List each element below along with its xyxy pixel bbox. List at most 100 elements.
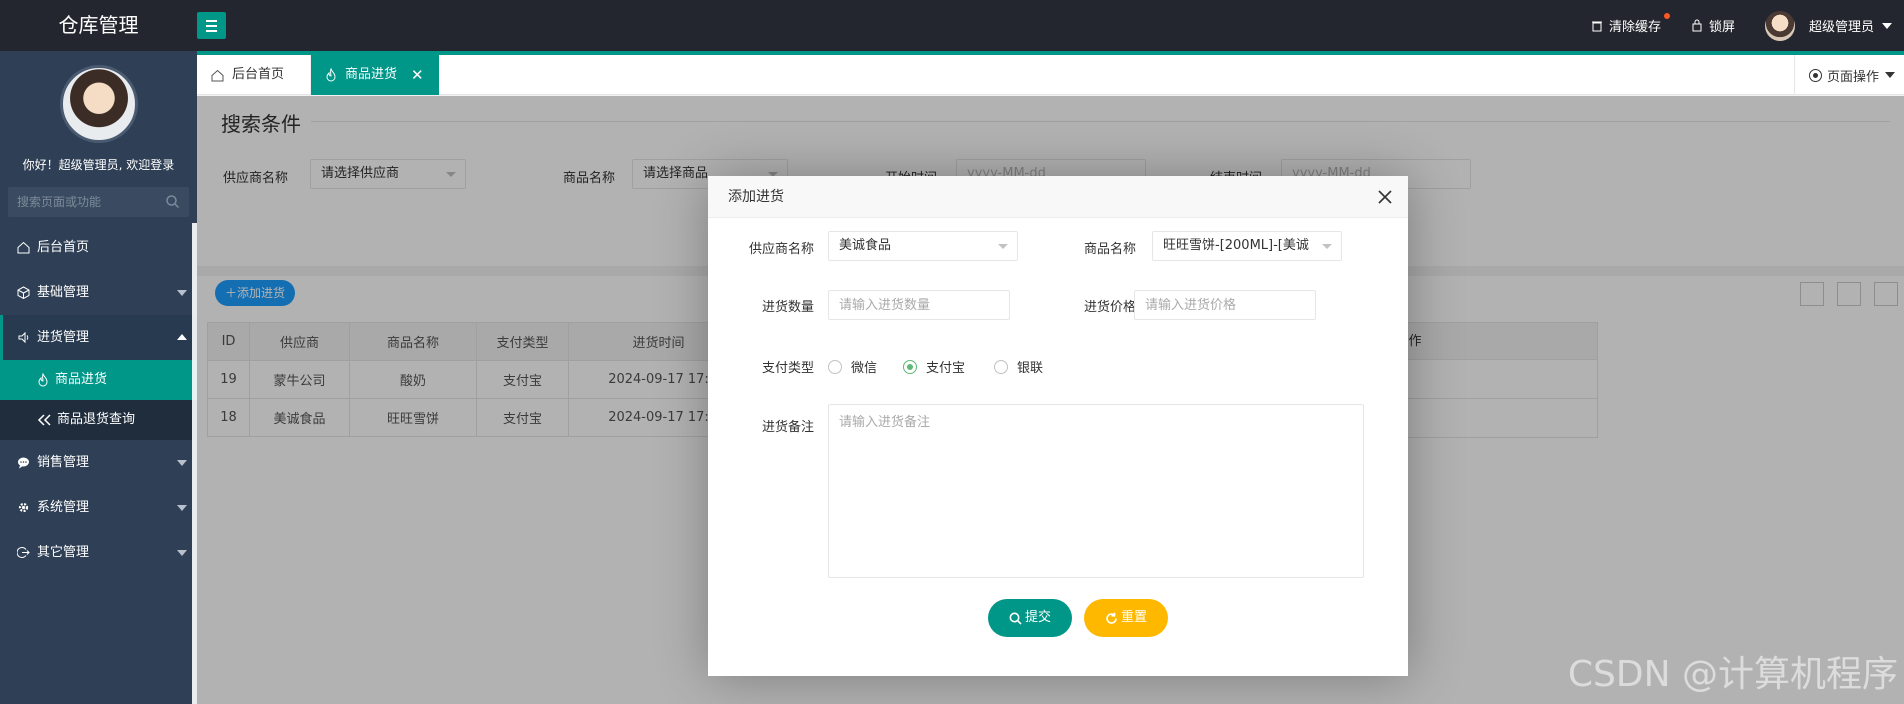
lock-icon (1692, 19, 1702, 32)
tab-purchase[interactable]: 商品进货 ✕ (311, 55, 439, 95)
dialog-title: 添加进货 (708, 176, 1408, 218)
product-label: 商品名称 (1083, 242, 1136, 257)
clear-cache-label: 清除缓存 (1608, 20, 1661, 35)
profile-avatar (59, 65, 138, 143)
remark-textarea[interactable] (828, 404, 1364, 578)
search-icon (166, 195, 179, 208)
gear-icon (18, 502, 29, 513)
active-indicator (0, 315, 3, 360)
welcome-text: 你好！超级管理员, 欢迎登录 (22, 158, 175, 172)
sidebar-item-purchase[interactable]: 进货管理 (0, 315, 197, 360)
product-value: 旺旺雪饼-[200ML]-[美诚 (1163, 238, 1309, 253)
hamburger-icon (206, 20, 217, 22)
supplier-label: 供应商名称 (748, 242, 814, 257)
sidebar-item-home[interactable]: 后台首页 (0, 225, 197, 270)
sidebar-item-label: 基础管理 (37, 285, 90, 300)
fire-icon (326, 68, 336, 82)
user-name: 超级管理员 (1808, 20, 1874, 35)
sidebar-profile: 你好！超级管理员, 欢迎登录 (0, 51, 197, 173)
radio-unionpay[interactable]: 银联 (994, 357, 1043, 376)
close-icon[interactable] (1377, 189, 1393, 205)
tab-bar: 后台首页 商品进货 ✕ 页面操作 (197, 55, 1904, 95)
user-menu[interactable]: 超级管理员 (1764, 10, 1892, 41)
chevron-down-icon (998, 244, 1008, 249)
refresh-icon (1106, 612, 1117, 624)
page-operations-label: 页面操作 (1827, 69, 1880, 85)
avatar (1764, 10, 1795, 41)
radio-wechat[interactable]: 微信 (828, 357, 877, 376)
menu-toggle-button[interactable] (197, 12, 226, 39)
chevron-down-icon (1885, 72, 1896, 78)
tab-home[interactable]: 后台首页 (197, 55, 311, 95)
home-icon (17, 241, 30, 254)
chevron-down-icon (177, 290, 187, 296)
chevron-down-icon (1322, 244, 1332, 249)
watermark: CSDN @计算机程序 (1567, 654, 1898, 695)
sidebar-item-basic[interactable]: 基础管理 (0, 270, 197, 315)
chevron-down-icon (177, 550, 187, 556)
reset-label: 重置 (1120, 610, 1147, 625)
trash-icon (1591, 21, 1602, 31)
radio-circle (903, 359, 917, 374)
quantity-field[interactable] (828, 290, 1010, 320)
lock-screen-button[interactable]: 锁屏 (1691, 16, 1735, 35)
target-icon (1809, 68, 1822, 82)
lock-screen-label: 锁屏 (1708, 20, 1735, 35)
submit-label: 提交 (1024, 610, 1051, 625)
double-chevron-left-icon (37, 414, 51, 426)
quantity-label: 进货数量 (761, 300, 814, 315)
exit-icon (17, 547, 30, 558)
top-header: 仓库管理 清除缓存 锁屏 超级管理员 (0, 0, 1904, 51)
radio-label: 微信 (851, 361, 878, 376)
sidebar-subitem-label: 商品退货查询 (57, 412, 136, 427)
add-purchase-dialog: 添加进货 供应商名称 美诚食品 商品名称 旺旺雪饼-[200ML]-[美诚 进货… (708, 176, 1408, 676)
hamburger-icon-line (206, 30, 217, 32)
page-operations-menu[interactable]: 页面操作 (1794, 55, 1904, 95)
product-select[interactable]: 旺旺雪饼-[200ML]-[美诚 (1152, 231, 1342, 261)
notification-dot (1663, 13, 1670, 19)
radio-label: 银联 (1017, 361, 1044, 376)
chat-icon (18, 457, 29, 469)
chevron-up-icon (177, 334, 187, 340)
clear-cache-button[interactable]: 清除缓存 (1591, 13, 1670, 35)
sidebar-item-label: 其它管理 (37, 545, 90, 560)
sidebar-item-label: 进货管理 (37, 330, 90, 345)
radio-label: 支付宝 (926, 361, 966, 376)
sidebar-item-label: 后台首页 (37, 240, 90, 255)
sidebar: 你好！超级管理员, 欢迎登录 后台首页 基础管理 进货管理 商品进货 商品退货查… (0, 51, 197, 704)
radio-alipay[interactable]: 支付宝 (903, 357, 965, 376)
quantity-input[interactable] (839, 291, 1009, 319)
chevron-down-icon (177, 505, 187, 511)
sidebar-item-other[interactable]: 其它管理 (0, 530, 197, 575)
price-input[interactable] (1145, 291, 1315, 319)
supplier-select[interactable]: 美诚食品 (828, 231, 1018, 261)
close-icon[interactable]: ✕ (411, 55, 424, 95)
search-icon (1009, 612, 1022, 625)
chevron-down-icon (177, 460, 187, 466)
pay-type-label: 支付类型 (761, 361, 814, 376)
fire-icon (38, 373, 48, 387)
sidebar-item-system[interactable]: 系统管理 (0, 485, 197, 530)
tab-purchase-label: 商品进货 (345, 67, 398, 82)
radio-circle (828, 359, 842, 374)
sidebar-subitem-purchase[interactable]: 商品进货 (0, 360, 197, 400)
sidebar-subitem-return-query[interactable]: 商品退货查询 (0, 400, 197, 440)
radio-circle (994, 359, 1008, 374)
sidebar-search[interactable] (8, 187, 189, 217)
speaker-icon (18, 331, 29, 344)
sidebar-item-label: 系统管理 (37, 500, 90, 515)
app-title: 仓库管理 (58, 13, 139, 37)
sidebar-subitem-label: 商品进货 (55, 372, 108, 387)
tab-home-label: 后台首页 (232, 67, 285, 82)
price-field[interactable] (1134, 290, 1316, 320)
home-icon (211, 69, 224, 81)
sidebar-item-sales[interactable]: 销售管理 (0, 440, 197, 485)
price-label: 进货价格 (1083, 300, 1136, 315)
remark-label: 进货备注 (761, 420, 814, 435)
cube-icon (17, 286, 30, 299)
reset-button[interactable]: 重置 (1084, 599, 1168, 637)
submit-button[interactable]: 提交 (988, 599, 1072, 637)
chevron-down-icon (1882, 22, 1892, 29)
sidebar-item-label: 销售管理 (37, 455, 90, 470)
sidebar-search-input[interactable] (8, 187, 189, 217)
